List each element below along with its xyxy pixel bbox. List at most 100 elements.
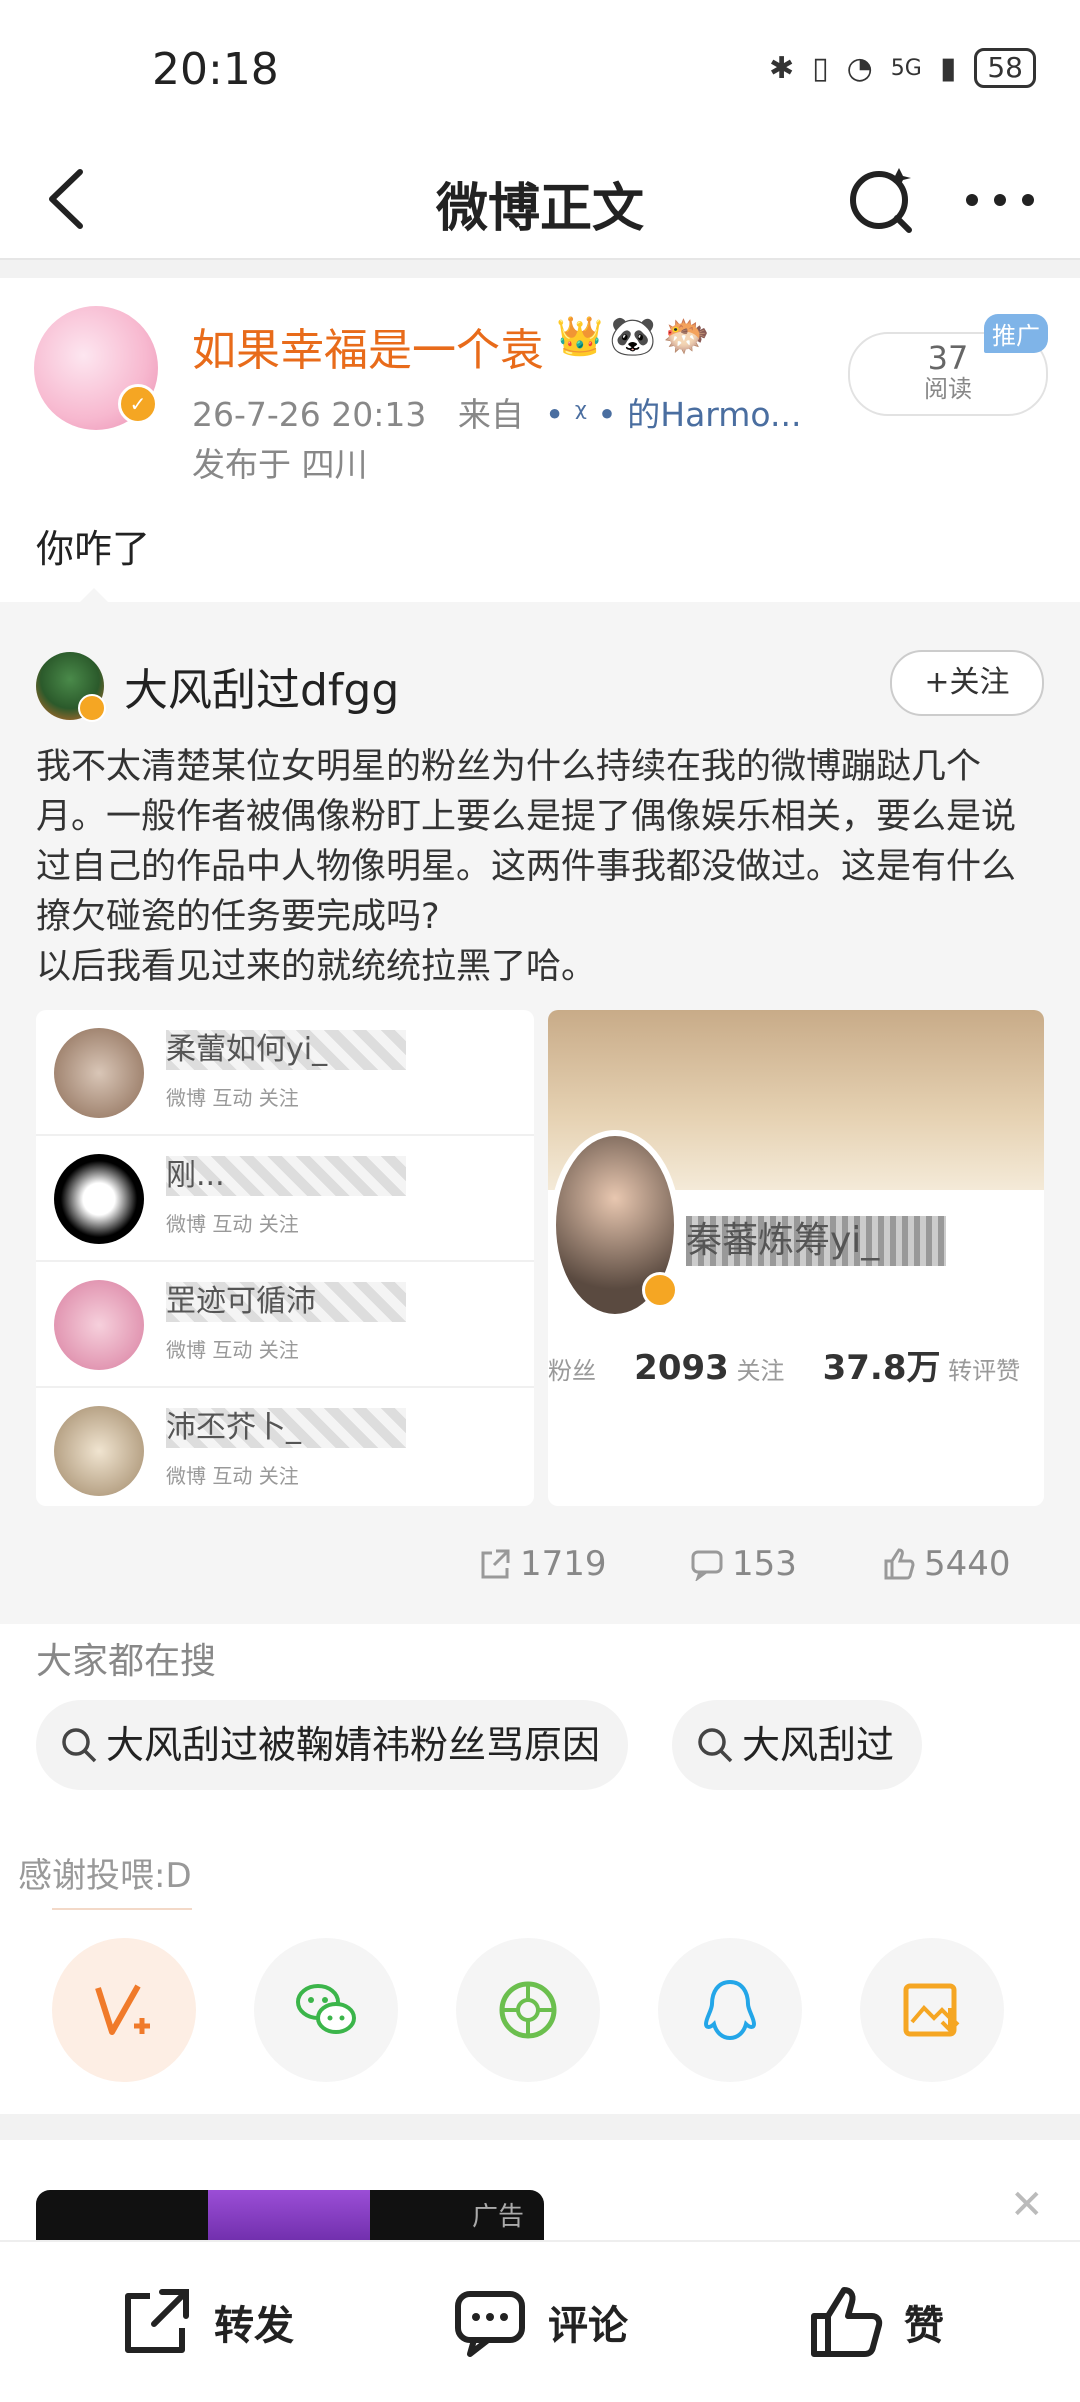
user-avatar [54,1028,144,1118]
user-sub: 微博 互动 关注 [166,1212,299,1236]
trending-search-section: 大家都在搜 大风刮过被鞠婧祎粉丝骂原因 大风刮过 [0,1624,1080,1814]
wechat-share-button[interactable] [254,1938,398,2082]
post-time: 26-7-26 20:13 [192,395,427,434]
list-item: 罡迹可循沛微博 互动 关注 [36,1262,534,1388]
follow-button[interactable]: +关注 [890,650,1044,716]
user-name: 柔蕾如何yi_ [166,1030,406,1070]
user-sub: 微博 互动 关注 [166,1464,299,1488]
vplus-share-button[interactable] [52,1938,196,2082]
battery-indicator: 58 [974,48,1036,88]
signal-label: 5G [890,55,922,81]
search-chip-label: 大风刮过 [742,1723,895,1767]
user-avatar [54,1154,144,1244]
profile-avatar [550,1130,680,1320]
likes-label: 转评赞 [948,1357,1021,1385]
promo-tag: 推广 [984,314,1048,353]
verified-badge-icon: ✓ [118,384,158,424]
comment-label: 评论 [548,2303,628,2349]
post-username[interactable]: 如果幸福是一个袁 [192,314,544,378]
post-source[interactable]: • ᵡ • 的Harmo... [545,395,802,434]
from-label: 来自 [457,395,524,434]
like-count-button[interactable]: 5440 [882,1544,1011,1584]
wifi-icon: ◔ [846,50,873,86]
repost-label: 转发 [214,2303,294,2349]
vplus-icon [95,1984,150,2035]
comment-icon [691,1550,723,1581]
avatar[interactable]: ✓ [34,306,158,430]
ad-banner[interactable]: 广告 ✕ [0,2140,1080,2250]
search-icon [698,1728,733,1763]
nav-bar: 微博正文 [0,140,1080,260]
qq-share-button[interactable] [658,1938,802,2082]
wechat-icon [296,1984,356,2034]
list-item: 沛丕芥卜_ 微博 互动 关注 [36,1388,534,1506]
comment-button[interactable]: 评论 [452,2284,628,2360]
comment-icon [455,2291,525,2357]
post-card: ✓ 如果幸福是一个袁 👑 🐼 🐡 26-7-26 20:13 来自 • ᵡ • … [0,278,1080,602]
fish-badge-icon: 🐡 [662,314,710,358]
refresh-icon[interactable] [845,158,917,238]
comment-count: 153 [732,1544,797,1584]
panda-badge-icon: 🐼 [609,314,657,358]
ad-label: 广告 [471,2202,524,2232]
user-avatar [54,1280,144,1370]
post-text: 你咋了 [36,527,151,571]
profile-stats: 粉丝 2093 关注 37.8万 转评赞 [548,1340,1044,1389]
thumbs-up-icon [884,1548,915,1580]
list-item: 柔蕾如何yi_ 微博 互动 关注 [36,1010,534,1136]
save-image-button[interactable] [860,1938,1004,2082]
search-chip[interactable]: 大风刮过 [672,1700,923,1790]
search-chip[interactable]: 大风刮过被鞠婧祎粉丝骂原因 [36,1700,629,1790]
share-icon [125,2289,189,2353]
user-sub: 微博 互动 关注 [166,1338,299,1362]
verified-badge-icon [78,694,106,722]
user-name: 沛丕芥卜_ [166,1408,406,1448]
repost-text-line: 月。一般作者被偶像粉盯上要么是提了偶像娱乐相关，要么是说 [36,797,1017,837]
status-bar: 20:18 ✱ ▯ ◔ 5G ▮ 58 [0,0,1080,140]
status-icons: ✱ ▯ ◔ 5G ▮ 58 [769,48,1036,88]
user-sub: 微博 互动 关注 [166,1086,299,1110]
post-location: 发布于 四川 [192,445,368,484]
verified-badge-icon [642,1272,678,1308]
repost-text-line: 过自己的作品中人物像明星。这两件事我都没做过。这是有什么 [36,847,1017,887]
list-item: 刚... 微博 互动 关注 [36,1136,534,1262]
comment-count-button[interactable]: 153 [690,1544,797,1584]
vibrate-icon: ▯ [812,50,829,86]
repost-button[interactable]: 转发 [118,2284,294,2360]
user-badges: 👑 🐼 🐡 [556,314,710,359]
repost-avatar[interactable] [36,652,106,722]
more-icon[interactable] [960,170,1040,230]
share-icon [481,1549,510,1579]
post-image-profile[interactable]: 秦蕃炼筹yi_ 粉丝 2093 关注 37.8万 转评赞 [548,1010,1044,1506]
reposted-card[interactable]: 大风刮过dfgg +关注 我不太清楚某位女明星的粉丝为什么持续在我的微博蹦跶几个… [0,588,1080,1624]
repost-text-line: 以后我看见过来的就统统拉黑了哈。 [36,947,597,987]
thumbs-up-icon [811,2287,883,2357]
share-section: 感谢投喂:D [0,1814,1080,2114]
signal-icon: ▮ [939,50,957,86]
post-image-user-list[interactable]: 柔蕾如何yi_ 微博 互动 关注 刚... 微博 互动 关注 罡迹可循沛 微博 互动 … [36,1010,534,1506]
like-button[interactable]: 赞 [808,2284,944,2360]
post-meta: 26-7-26 20:13 来自 • ᵡ • 的Harmo... [192,388,802,436]
search-chip-label: 大风刮过被鞠婧祎粉丝骂原因 [106,1723,601,1767]
profile-name: 秦蕃炼筹yi_ [686,1216,946,1266]
user-name: 罡迹可循沛 [166,1282,406,1322]
qq-icon [703,1979,757,2041]
read-label: 阅读 [924,375,972,403]
moments-icon [499,1981,557,2039]
likes-count: 37.8万 [822,1348,941,1388]
repost-text-line: 撩欠碰瓷的任务要完成吗? [36,897,440,937]
moments-share-button[interactable] [456,1938,600,2082]
user-name: 刚... [166,1156,406,1196]
search-icon [62,1728,97,1763]
save-image-icon [903,1983,960,2037]
repost-count: 1719 [520,1544,607,1584]
repost-username[interactable]: 大风刮过dfgg [124,654,399,718]
section-title: 大家都在搜 [36,1641,217,1682]
status-time: 20:18 [152,44,279,95]
repost-count-button[interactable]: 1719 [478,1544,607,1584]
close-icon[interactable]: ✕ [1010,2182,1044,2228]
bluetooth-icon: ✱ [768,50,795,86]
repost-text-line: 我不太清楚某位女明星的粉丝为什么持续在我的微博蹦跶几个 [36,747,982,787]
crown-badge-icon: 👑 [556,314,604,358]
like-count: 5440 [924,1544,1011,1584]
